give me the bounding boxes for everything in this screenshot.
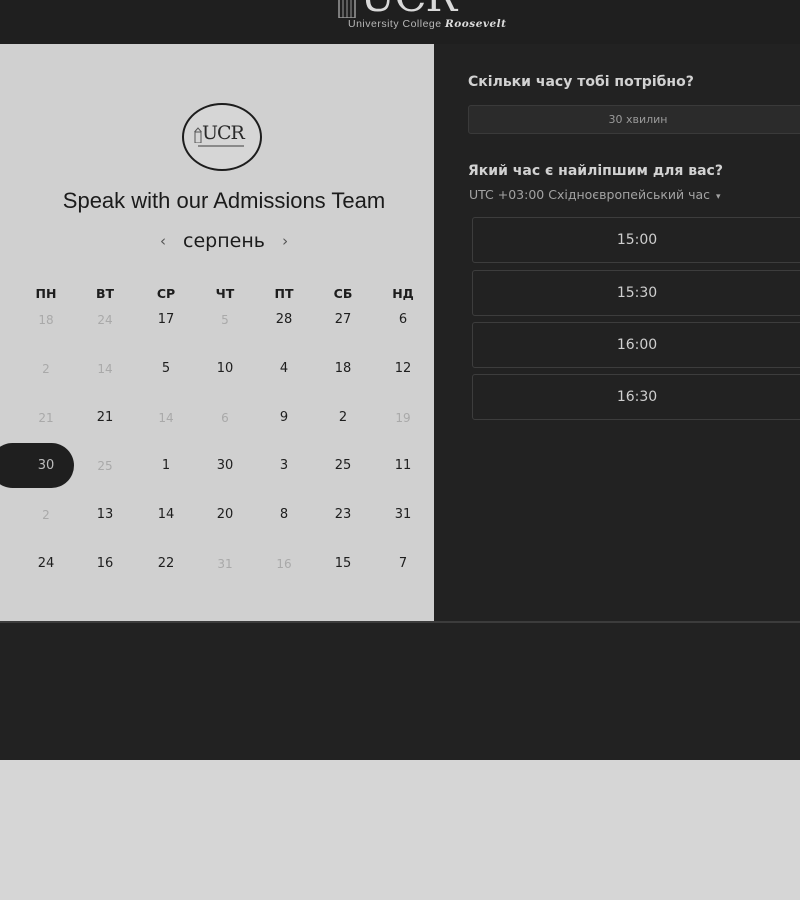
calendar-day: 18 [38,313,54,327]
calendar-day[interactable]: 30 [205,458,245,474]
calendar-day: 14 [97,362,113,376]
calendar-day: 24 [97,313,113,327]
page-title: Speak with our Admissions Team [62,188,386,213]
calendar-day[interactable]: 12 [383,361,423,377]
calendar-day[interactable]: 18 [323,361,363,377]
calendar-day[interactable]: 22 [146,556,186,572]
calendar-day: 14 [158,411,174,425]
calendar-day[interactable]: 31 [383,507,423,523]
brand-logo[interactable]: UCR University College Roosevelt [336,0,536,44]
building-icon [338,0,356,18]
month-navigator: ‹ серпень › [0,230,434,252]
calendar-panel: UCR Speak with our Admissions Team ‹ сер… [0,44,434,621]
time-question: Який час є найліпшим для вас? [468,163,723,179]
brand-tagline: University College Roosevelt [348,18,507,30]
calendar-day[interactable]: 13 [85,507,125,523]
chevron-right-icon[interactable]: › [270,232,300,250]
calendar-day[interactable]: 9 [264,410,304,426]
calendar-day: 6 [221,411,229,425]
time-slot-button[interactable]: 15:00 [472,217,800,263]
calendar-day[interactable]: 21 [85,410,125,426]
calendar-day[interactable]: 20 [205,507,245,523]
weekday-label: НД [392,286,414,301]
footer-band [0,621,800,760]
duration-question: Скільки часу тобі потрібно? [468,74,694,90]
weekday-label: ЧТ [215,286,235,301]
weekday-label: ПН [35,286,57,301]
footer-divider [0,621,800,623]
calendar-day: 21 [38,411,54,425]
calendar-day[interactable]: 2 [323,410,363,426]
timezone-dropdown[interactable]: UTC +03:00 Східноєвропейський час ▾ [469,187,721,202]
calendar-day-selected[interactable]: 30 [26,458,66,474]
ucr-logo: UCR [182,103,262,171]
weekday-label: ПТ [274,286,294,301]
calendar-day: 2 [42,362,50,376]
building-icon [194,127,202,143]
calendar-day[interactable]: 16 [85,556,125,572]
month-label: серпень [183,230,265,252]
calendar-day[interactable]: 14 [146,507,186,523]
calendar-day: 5 [221,313,229,327]
calendar-day[interactable]: 5 [146,361,186,377]
brand-letters: UCR [360,0,457,18]
calendar-day[interactable]: 17 [146,312,186,328]
chevron-left-icon[interactable]: ‹ [148,232,178,250]
time-slot-button[interactable]: 16:00 [472,322,800,368]
calendar-day[interactable]: 28 [264,312,304,328]
calendar-day[interactable]: 10 [205,361,245,377]
logo-underline [198,145,244,147]
calendar-day[interactable]: 25 [323,458,363,474]
calendar-day[interactable]: 24 [26,556,66,572]
time-slot-button[interactable]: 15:30 [472,270,800,316]
calendar-day[interactable]: 6 [383,312,423,328]
calendar-day[interactable]: 4 [264,361,304,377]
time-panel: Скільки часу тобі потрібно? 30 хвилин Як… [434,44,800,621]
caret-down-icon: ▾ [716,192,721,202]
time-slot-button[interactable]: 16:30 [472,374,800,420]
calendar-day: 25 [97,459,113,473]
weekday-label: ВТ [95,286,115,301]
logo-text: UCR [202,122,245,144]
calendar-day[interactable]: 23 [323,507,363,523]
calendar-day: 31 [217,557,233,571]
calendar-day[interactable]: 7 [383,556,423,572]
weekday-label: СР [156,286,176,301]
calendar-day[interactable]: 11 [383,458,423,474]
timezone-label: UTC +03:00 Східноєвропейський час [469,187,711,202]
calendar-day: 16 [276,557,292,571]
calendar-day: 19 [395,411,411,425]
duration-select[interactable]: 30 хвилин [468,105,800,134]
calendar-day: 2 [42,508,50,522]
top-header: UCR University College Roosevelt [0,0,800,44]
calendar-day[interactable]: 27 [323,312,363,328]
calendar-day[interactable]: 8 [264,507,304,523]
calendar-day[interactable]: 3 [264,458,304,474]
calendar-day[interactable]: 1 [146,458,186,474]
weekday-label: СБ [333,286,353,301]
calendar-day[interactable]: 15 [323,556,363,572]
